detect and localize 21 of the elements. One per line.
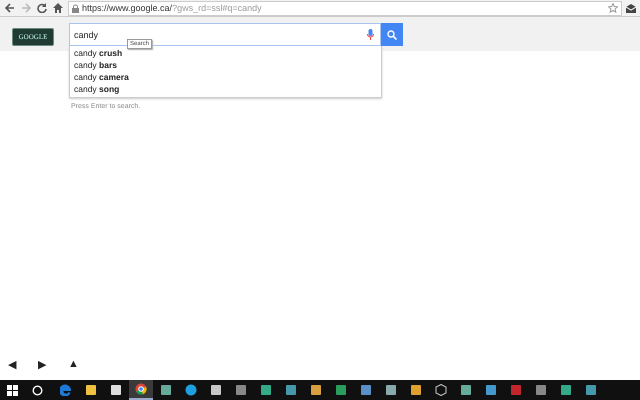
app-icon[interactable] bbox=[129, 380, 153, 400]
star-icon[interactable] bbox=[608, 3, 618, 13]
nav-arrow[interactable]: ▲ bbox=[68, 358, 79, 371]
nav-arrow[interactable]: ◀ bbox=[8, 358, 16, 371]
search-text: candy bbox=[74, 30, 98, 40]
reload-icon[interactable] bbox=[36, 3, 48, 13]
suggestion-item[interactable]: candy camera bbox=[70, 71, 381, 83]
url-text: https://www.google.ca/ bbox=[82, 3, 172, 13]
lock-icon bbox=[72, 4, 79, 12]
nav-arrow[interactable]: ▶ bbox=[38, 358, 46, 371]
home-icon[interactable] bbox=[52, 3, 64, 13]
suggestion-item[interactable]: candy song bbox=[70, 83, 381, 95]
search-icon bbox=[387, 30, 397, 40]
back-icon[interactable] bbox=[4, 3, 16, 13]
suggestion-item[interactable]: candy bars bbox=[70, 59, 381, 71]
url-text: ?gws_rd=ssl#q=candy bbox=[172, 3, 262, 13]
extension-icon[interactable] bbox=[626, 4, 636, 12]
microphone-icon[interactable] bbox=[367, 29, 374, 40]
suggestion-item[interactable]: candy crush bbox=[70, 47, 381, 59]
search-button[interactable] bbox=[381, 23, 403, 46]
address-field[interactable]: https://www.google.ca/?gws_rd=ssl#q=candy bbox=[68, 0, 622, 16]
